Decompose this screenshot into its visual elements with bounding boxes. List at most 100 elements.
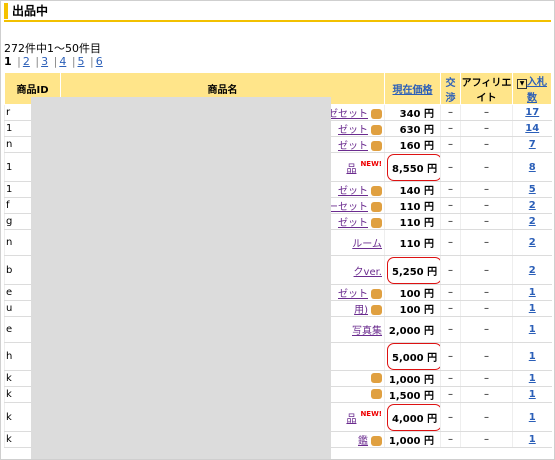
item-name-link[interactable]: ゼット [338,186,368,197]
current-price: 110 円 [384,197,441,214]
item-name-link[interactable]: ルーム [352,239,382,250]
bid-count-link[interactable]: 1 [529,373,536,384]
item-name-link[interactable]: ゼット [338,141,368,152]
item-name-link[interactable]: 品 [346,164,356,175]
bid-count-link[interactable]: 17 [525,107,539,118]
price-value: 160 円 [399,141,434,152]
bid-count[interactable]: 1 [512,370,552,387]
item-name-link[interactable]: クver. [354,267,382,278]
price-value: 110 円 [399,218,434,229]
bid-count-link[interactable]: 7 [529,139,536,150]
redacted-area [31,97,331,459]
page-link-6[interactable]: 6 [96,55,103,68]
trade-status: – [440,152,461,182]
bid-count[interactable]: 17 [512,104,552,121]
bid-count[interactable]: 2 [512,213,552,230]
price-value: 100 円 [399,305,434,316]
bid-count[interactable]: 8 [512,152,552,182]
auction-hammer-icon [371,141,382,151]
affiliate-status: – [460,342,513,371]
bid-count-link[interactable]: 8 [529,162,536,173]
item-name-link[interactable]: 鑑 [358,436,368,447]
trade-status: – [440,284,461,301]
item-name-link[interactable]: ゼット [338,125,368,136]
auction-hammer-icon [371,218,382,228]
item-name-link[interactable]: ーセット [328,202,368,213]
bid-count[interactable]: 1 [512,342,552,371]
listing-panel: 出品中 272件中1〜50件目 1 | 2 | 3 | 4 | 5 | 6 商品ID 商品… [0,0,555,460]
trade-status: – [440,213,461,230]
bid-count-link[interactable]: 1 [529,434,536,445]
price-value: 5,250 円 [387,256,441,284]
bid-count[interactable]: 1 [512,402,552,432]
affiliate-status: – [460,370,513,387]
price-value: 340 円 [399,109,434,120]
affiliate-status: – [460,136,513,153]
affiliate-status: – [460,197,513,214]
trade-status: – [440,370,461,387]
page-link-2[interactable]: 2 [23,55,30,68]
page-link-3[interactable]: 3 [41,55,48,68]
bid-count[interactable]: 1 [512,316,552,343]
current-price: 100 円 [384,300,441,317]
price-value: 1,000 円 [388,436,434,447]
item-name-link[interactable]: ゼット [338,218,368,229]
page-link-5[interactable]: 5 [78,55,85,68]
column-header-bids[interactable]: ▼ 入札数 [512,72,552,105]
column-header-price[interactable]: 現在価格 [384,72,441,105]
price-value: 110 円 [399,239,434,250]
bid-count-link[interactable]: 5 [529,184,536,195]
page-link-4[interactable]: 4 [59,55,66,68]
bid-count[interactable]: 1 [512,431,552,448]
sort-bids-link[interactable]: 入札数 [527,77,547,104]
sort-down-icon[interactable]: ▼ [517,79,527,89]
affiliate-status: – [460,120,513,137]
affiliate-status: – [460,402,513,432]
bid-count[interactable]: 1 [512,284,552,301]
auction-hammer-icon [371,186,382,196]
bid-count[interactable]: 1 [512,300,552,317]
title-accent-bar [4,3,8,19]
bid-count[interactable]: 2 [512,197,552,214]
sort-price-link[interactable]: 現在価格 [393,85,433,96]
section-header: 出品中 [4,3,551,22]
item-name-link[interactable]: ゼセット [328,109,368,120]
item-name-link[interactable]: ゼット [338,289,368,300]
bid-count-link[interactable]: 1 [529,412,536,423]
bid-count[interactable]: 1 [512,386,552,403]
bid-count[interactable]: 2 [512,255,552,285]
bid-count[interactable]: 2 [512,229,552,256]
bid-count[interactable]: 5 [512,181,552,198]
bid-count-link[interactable]: 2 [529,200,536,211]
item-name-link[interactable]: 写真集 [352,326,382,337]
bid-count-link[interactable]: 2 [529,237,536,248]
current-price: 4,000 円 [384,402,441,432]
bid-count-link[interactable]: 2 [529,265,536,276]
bid-count-link[interactable]: 2 [529,216,536,227]
price-value: 1,000 円 [388,375,434,386]
bid-count[interactable]: 7 [512,136,552,153]
affiliate-status: – [460,300,513,317]
current-price: 100 円 [384,284,441,301]
price-value: 2,000 円 [388,326,434,337]
item-name-link[interactable]: 用) [354,305,368,316]
bid-count-link[interactable]: 1 [529,287,536,298]
bid-count[interactable]: 14 [512,120,552,137]
bid-count-link[interactable]: 1 [529,303,536,314]
bid-count-link[interactable]: 1 [529,389,536,400]
affiliate-status: – [460,431,513,448]
bid-count-link[interactable]: 14 [525,123,539,134]
bid-count-link[interactable]: 1 [529,324,536,335]
current-price: 2,000 円 [384,316,441,343]
current-page: 1 [4,55,12,68]
current-price: 630 円 [384,120,441,137]
item-name-link[interactable]: 品 [346,414,356,425]
price-value: 100 円 [399,289,434,300]
column-header-affiliate: アフィリエイト [460,72,513,105]
auction-hammer-icon [371,436,382,446]
trade-status: – [440,300,461,317]
bid-count-link[interactable]: 1 [529,351,536,362]
affiliate-status: – [460,213,513,230]
price-value: 8,550 円 [387,153,441,181]
current-price: 110 円 [384,229,441,256]
